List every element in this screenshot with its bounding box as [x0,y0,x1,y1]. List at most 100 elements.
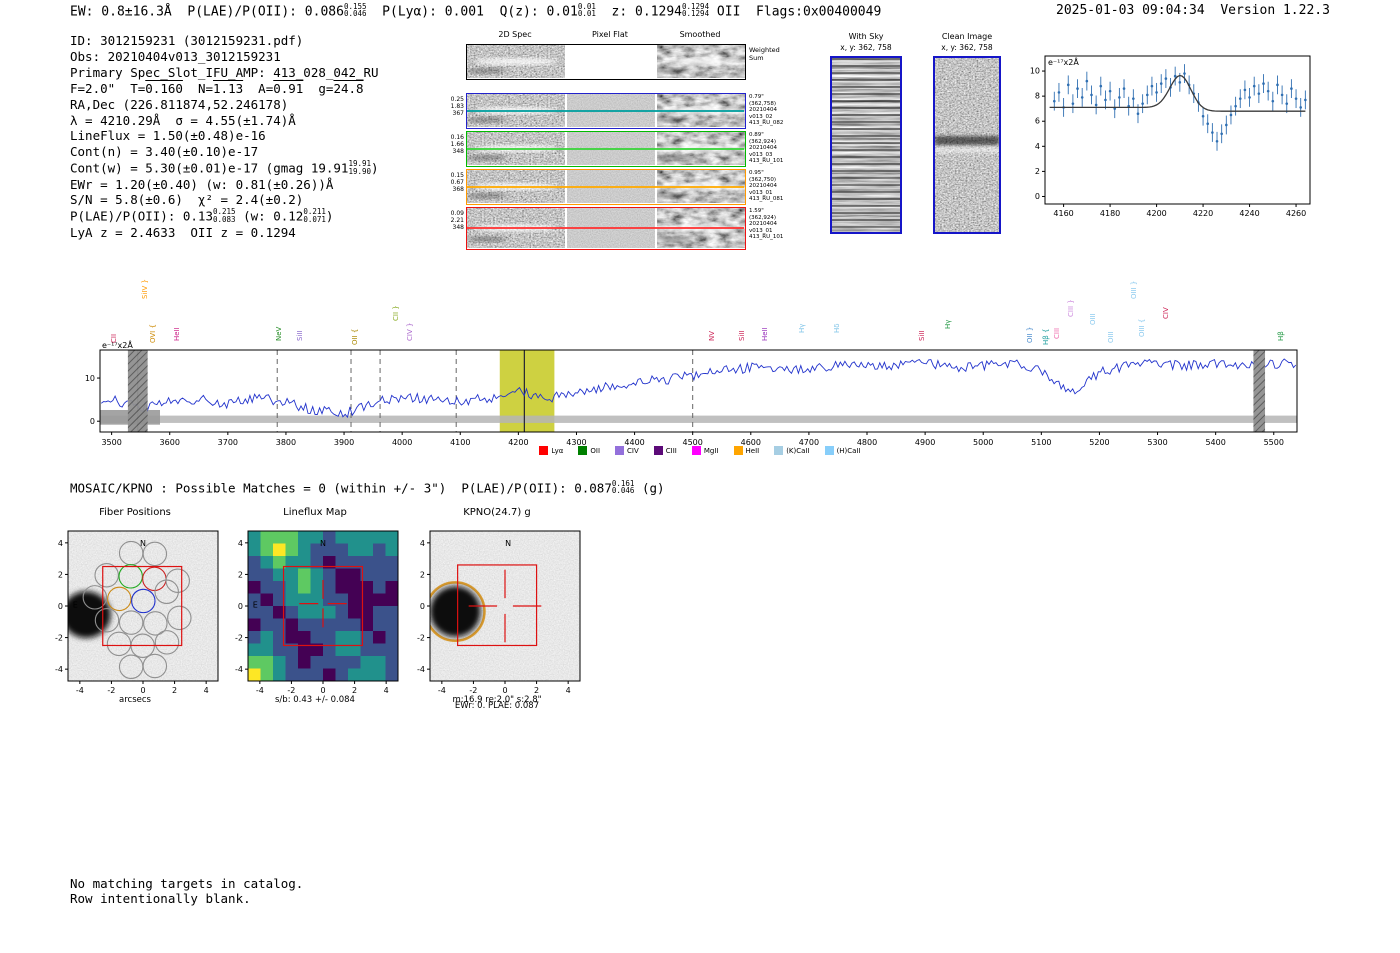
map-x-tick: 0 [502,686,507,695]
lineflux-pixel [310,656,324,669]
fiber-annotation-line: v013_03 [749,151,773,158]
data-point [1285,102,1289,105]
lineflux-pixel [373,568,386,582]
lineflux-pixel [298,543,311,557]
data-point [1257,92,1261,95]
info-line-7: Cont(n) = 3.40(±0.10)e-17 [70,144,379,160]
fiber-row-left-stats: 0.15 0.67 368 [445,172,464,193]
lineflux-pixel [335,618,349,632]
map-x-tick: -2 [287,686,295,695]
y-tick-label: 10 [1030,67,1040,76]
map-y-tick: 4 [58,539,63,548]
legend-item: OII [578,446,600,455]
fiber-positions-map: N E -4 -4 -2 -2 0 0 2 2 4 4 [55,530,219,695]
legend-item: (H)CaII [824,446,861,455]
header-seg-stack: 0.1294 0.1294 [682,3,709,18]
fiber-stat: 1.83 [450,103,464,110]
lineflux-pixel [260,618,274,632]
rect-shape [567,45,655,78]
header-seg-text: P(Lyα): 0.001 Q(z): 0.01 [366,4,578,20]
lineflux-pixel [323,668,336,682]
lineflux-pixel [323,593,336,607]
fiber-positions-xlabel: arcsecs [119,695,151,705]
lineflux-pixel [310,618,324,632]
cutout-fiber-row [466,207,746,250]
lineflux-pixel [260,581,274,594]
fiber-annotation-line: v013_02 [749,113,773,120]
weighted-sum-row [466,44,746,80]
lineflux-pixel [248,556,261,569]
fiber-annotation-line: 413_RU_101 [749,158,784,165]
lineflux-pixel [385,618,399,632]
info-sub: 0.083 [213,214,236,224]
legend-label: CIII [665,446,677,455]
cutout-col-header-smoothed: Smoothed [679,30,721,39]
info-line-0: ID: 3012159231 (3012159231.pdf) [70,33,379,49]
lineflux-pixel [373,656,386,669]
x-tick-label: 4240 [1239,209,1259,218]
lineflux-pixel [260,606,274,619]
lineflux-pixel [335,531,349,544]
data-point [1183,72,1186,75]
lineflux-pixel [385,556,399,569]
x-tick-label: 4200 [1146,209,1166,218]
north-label: N [140,539,146,548]
data-point [1141,102,1144,105]
emission-streak [474,58,558,65]
lineflux-pixel [285,668,299,682]
cutout-col-header-pixelflat: Pixel Flat [592,30,628,39]
lineflux-pixel [385,668,399,682]
fiber-annotation-line: (362,750) [749,176,777,183]
legend-item: (K)CaII [774,446,810,455]
map-y-tick: 2 [238,570,243,579]
fiber-stat: 0.25 [450,96,464,103]
lineflux-pixel [373,531,386,544]
with-sky-stripes [832,58,900,232]
header-summary-line: EW: 0.8±16.3Å P(LAE)/P(OII): 0.086 0.155 0… [70,3,881,20]
lineflux-pixel [335,631,349,644]
footer-blank-row: Row intentionally blank. [70,891,251,906]
lineflux-pixel [298,568,311,582]
fiber-annotation-line: (362,758) [749,100,777,107]
plot-frame [1044,55,1311,205]
lineflux-pixel [373,618,386,632]
fiber-annotation-line: 413_RU_082 [749,120,784,127]
lineflux-pixel [260,543,274,557]
lineflux-pixel [260,643,274,657]
fiber-annotation-line: 20210404 [749,145,777,152]
data-point [1299,106,1303,109]
lineflux-pixel [385,643,399,657]
fiber-stat: 0.15 [450,172,464,179]
fiber-stat: 0.67 [450,179,464,186]
lineflux-pixel [348,668,361,682]
lineflux-pixel [348,568,361,582]
header-seg-stack: 0.01 0.01 [578,3,596,18]
lineflux-pixel [348,593,361,607]
info-overline: 0.91 [273,80,304,96]
lineflux-pixel [260,656,274,669]
y-tick-label: 2 [1035,167,1040,176]
lineflux-pixel [285,543,299,557]
lineflux-pixel [273,656,286,669]
data-point [1071,102,1075,105]
lineflux-pixel [335,656,349,669]
lineflux-pixel [298,631,311,644]
header-seg-sub: 0.01 [577,9,596,19]
fiber-stat: 367 [452,110,464,117]
legend-item: Lyα [539,446,563,455]
lineflux-pixel [248,543,261,557]
lineflux-map: N E -4 -4 -2 -2 0 0 2 2 4 4 [235,530,399,695]
masked-edge-band [127,350,148,432]
small-plot-ylabel: e⁻¹⁷x2Å [1048,56,1079,67]
data-point [1178,81,1182,84]
map-y-tick: 2 [58,570,63,579]
lineflux-pixel [248,531,261,544]
header-seg-text: EW: 0.8±16.3Å P(LAE)/P(OII): 0.086 [70,4,344,20]
map-y-tick: -4 [417,665,425,674]
lineflux-pixel [260,531,274,544]
lineflux-pixel [285,531,299,544]
data-point [1150,84,1154,88]
lineflux-pixel [323,618,336,632]
data-point [1145,93,1149,97]
x-tick-label: 4220 [1193,209,1213,218]
